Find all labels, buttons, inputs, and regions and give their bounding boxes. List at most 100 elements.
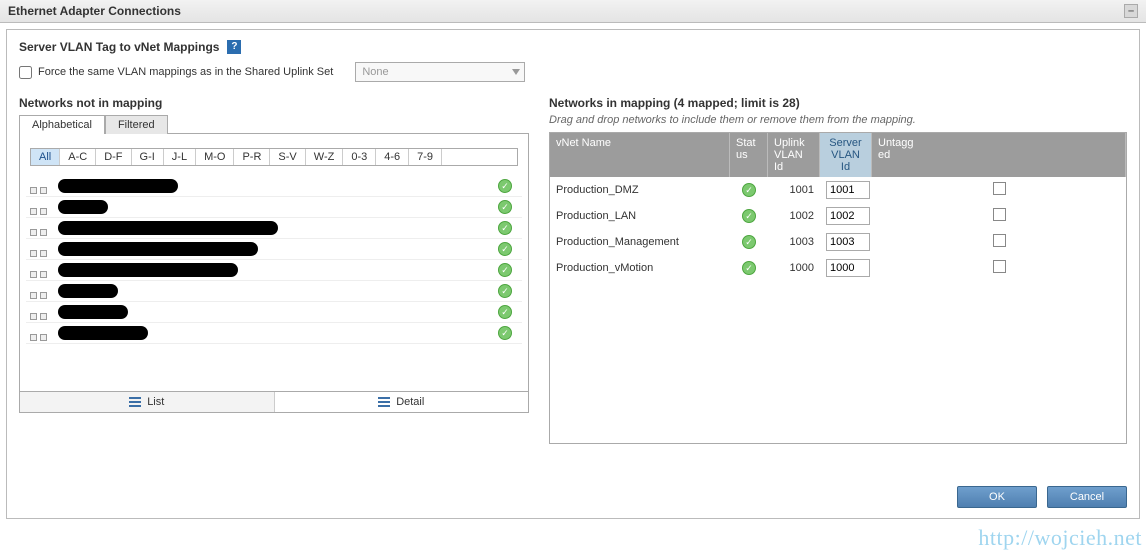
cell-uplink-vlan: 1002	[768, 208, 820, 224]
cell-status: ✓	[730, 181, 768, 199]
network-icon	[30, 326, 48, 340]
networks-mapped: Networks in mapping (4 mapped; limit is …	[549, 96, 1127, 444]
view-detail-button[interactable]: Detail	[275, 392, 529, 412]
list-item[interactable]: ✓	[26, 323, 522, 344]
view-list-button[interactable]: List	[20, 392, 275, 412]
force-checkbox[interactable]	[19, 66, 32, 79]
main-panel: Server VLAN Tag to vNet Mappings ? Force…	[6, 29, 1140, 519]
cell-untagged	[872, 232, 1126, 252]
untagged-checkbox[interactable]	[993, 234, 1006, 247]
list-item[interactable]: ✓	[26, 281, 522, 302]
filter-7-9[interactable]: 7-9	[409, 149, 442, 165]
col-uplink-vlan[interactable]: Uplink VLAN Id	[768, 133, 820, 177]
table-row[interactable]: Production_LAN ✓ 1002	[550, 203, 1126, 229]
list-item[interactable]: ✓	[26, 197, 522, 218]
filter-d-f[interactable]: D-F	[96, 149, 131, 165]
list-item[interactable]: ✓	[26, 218, 522, 239]
untagged-checkbox[interactable]	[993, 208, 1006, 221]
untagged-checkbox[interactable]	[993, 260, 1006, 273]
redacted-label	[58, 179, 178, 193]
status-ok-icon: ✓	[498, 200, 512, 214]
col-untagged[interactable]: Untagg ed	[872, 133, 1126, 177]
col-vnet-name[interactable]: vNet Name	[550, 133, 730, 177]
server-vlan-input[interactable]	[826, 181, 870, 199]
table-row[interactable]: Production_Management✓1003	[550, 229, 1126, 255]
watermark: http://wojcieh.net	[978, 525, 1142, 551]
filter-all[interactable]: All	[31, 149, 60, 165]
uplink-set-combo[interactable]: None	[355, 62, 525, 82]
cell-vnet-name: Production_LAN	[550, 208, 730, 224]
columns: Networks not in mapping Alphabetical Fil…	[19, 96, 1127, 444]
view-list-label: List	[147, 396, 164, 408]
cell-server-vlan	[820, 179, 872, 201]
filter-4-6[interactable]: 4-6	[376, 149, 409, 165]
cell-untagged	[872, 180, 1126, 200]
view-detail-label: Detail	[396, 396, 424, 408]
cell-status: ✓	[730, 259, 768, 277]
tabs: Alphabetical Filtered	[19, 114, 529, 133]
filter-p-r[interactable]: P-R	[234, 149, 270, 165]
cell-server-vlan	[820, 231, 872, 253]
tab-filtered[interactable]: Filtered	[105, 115, 168, 134]
ok-button[interactable]: OK	[957, 486, 1037, 508]
grid-body[interactable]: Production_DMZ✓1001Production_LAN✓1002Pr…	[550, 177, 1126, 443]
redacted-label	[58, 326, 148, 340]
untagged-checkbox[interactable]	[993, 182, 1006, 195]
status-ok-icon: ✓	[498, 263, 512, 277]
filter-0-3[interactable]: 0-3	[343, 149, 376, 165]
help-icon[interactable]: ?	[227, 40, 241, 54]
list-item[interactable]: ✓	[26, 239, 522, 260]
col-server-vlan[interactable]: Server VLAN Id	[820, 133, 872, 177]
status-ok-icon: ✓	[742, 235, 756, 249]
cell-status: ✓	[730, 233, 768, 251]
server-vlan-input[interactable]	[826, 233, 870, 251]
right-heading: Networks in mapping (4 mapped; limit is …	[549, 96, 1127, 110]
grid-header: vNet Name Stat us Uplink VLAN Id Server …	[550, 133, 1126, 177]
status-ok-icon: ✓	[498, 284, 512, 298]
filter-w-z[interactable]: W-Z	[306, 149, 344, 165]
minimize-button[interactable]: –	[1124, 4, 1138, 18]
status-ok-icon: ✓	[742, 183, 756, 197]
cancel-button[interactable]: Cancel	[1047, 486, 1127, 508]
section-title: Server VLAN Tag to vNet Mappings	[19, 40, 219, 54]
cell-server-vlan	[820, 205, 872, 227]
server-vlan-input[interactable]	[826, 207, 870, 225]
cell-status: ✓	[730, 207, 768, 225]
cell-untagged	[872, 258, 1126, 278]
status-ok-icon: ✓	[742, 209, 756, 223]
network-list[interactable]: ✓✓✓✓✓✓✓✓	[20, 174, 528, 391]
list-item[interactable]: ✓	[26, 302, 522, 323]
filter-j-l[interactable]: J-L	[164, 149, 196, 165]
network-icon	[30, 305, 48, 319]
list-item[interactable]: ✓	[26, 176, 522, 197]
filter-g-i[interactable]: G-I	[132, 149, 164, 165]
network-icon	[30, 221, 48, 235]
list-item[interactable]: ✓	[26, 260, 522, 281]
server-vlan-input[interactable]	[826, 259, 870, 277]
status-ok-icon: ✓	[498, 242, 512, 256]
filter-s-v[interactable]: S-V	[270, 149, 305, 165]
section-title-row: Server VLAN Tag to vNet Mappings ?	[19, 40, 1127, 54]
combo-value: None	[362, 66, 388, 78]
network-icon	[30, 242, 48, 256]
status-ok-icon: ✓	[498, 179, 512, 193]
cell-vnet-name: Production_DMZ	[550, 182, 730, 198]
redacted-label	[58, 242, 258, 256]
table-row[interactable]: Production_vMotion✓1000	[550, 255, 1126, 281]
list-footer: List Detail	[20, 391, 528, 412]
filter-a-c[interactable]: A-C	[60, 149, 96, 165]
filter-m-o[interactable]: M-O	[196, 149, 234, 165]
redacted-label	[58, 284, 118, 298]
force-label: Force the same VLAN mappings as in the S…	[38, 66, 333, 78]
networks-not-mapped: Networks not in mapping Alphabetical Fil…	[19, 96, 529, 444]
cell-vnet-name: Production_Management	[550, 234, 730, 250]
table-row[interactable]: Production_DMZ✓1001	[550, 177, 1126, 203]
network-icon	[30, 200, 48, 214]
detail-icon	[378, 397, 390, 407]
tab-alphabetical[interactable]: Alphabetical	[19, 115, 105, 134]
col-status[interactable]: Stat us	[730, 133, 768, 177]
cell-untagged	[872, 206, 1126, 226]
left-heading: Networks not in mapping	[19, 96, 529, 110]
redacted-label	[58, 200, 108, 214]
force-row: Force the same VLAN mappings as in the S…	[19, 62, 1127, 82]
